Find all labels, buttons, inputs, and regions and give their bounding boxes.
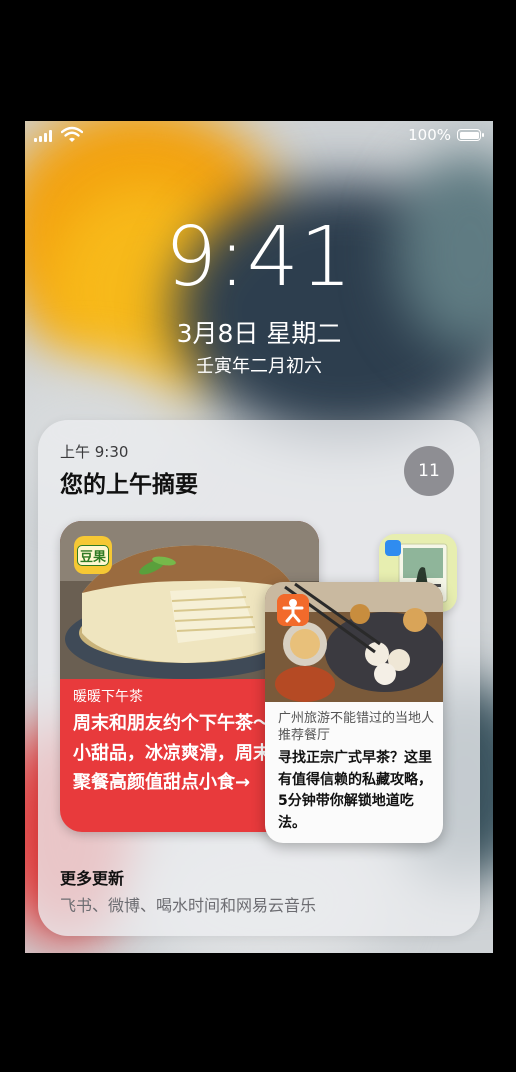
- summary-time: 上午 9:30: [60, 443, 129, 461]
- douguo-app-icon: 豆果: [74, 536, 112, 574]
- more-updates-apps: 飞书、微博、喝水时间和网易云音乐: [60, 896, 317, 915]
- battery-icon: [457, 129, 484, 141]
- wifi-icon: [61, 126, 83, 142]
- lunar-date: 壬寅年二月初六: [196, 356, 322, 377]
- more-updates-title: 更多更新: [60, 869, 125, 888]
- notification-count-badge[interactable]: 11: [404, 446, 454, 496]
- notification-text: 寻找正宗广式早茶？这里有值得信赖的私藏攻略，5分钟带你解锁地道吃法。: [278, 750, 432, 831]
- lock-screen-date: 3月8日 星期二: [176, 319, 342, 348]
- cellular-signal-icon: [34, 129, 52, 142]
- lock-screen: 100% 9:41 3月8日 星期二 壬寅年二月初六 上午 9:30 您的上午摘…: [25, 121, 493, 953]
- notification-category: 暖暖下午茶: [73, 689, 143, 705]
- summary-title: 您的上午摘要: [60, 472, 198, 498]
- lock-screen-time: 9:41: [164, 210, 354, 305]
- status-bar: 100%: [25, 121, 493, 151]
- notification-card-travel[interactable]: 广州旅游不能错过的当地人推荐餐厅 寻找正宗广式早茶？这里有值得信赖的私藏攻略，5…: [265, 582, 443, 843]
- notification-summary[interactable]: 上午 9:30 您的上午摘要 11 豆果 暖暖下午茶 周末和朋友约个下午茶～自制…: [38, 420, 480, 936]
- travel-app-icon: [277, 594, 309, 626]
- notification-category: 广州旅游不能错过的当地人推荐餐厅: [278, 711, 435, 743]
- battery-percentage: 100%: [408, 126, 451, 144]
